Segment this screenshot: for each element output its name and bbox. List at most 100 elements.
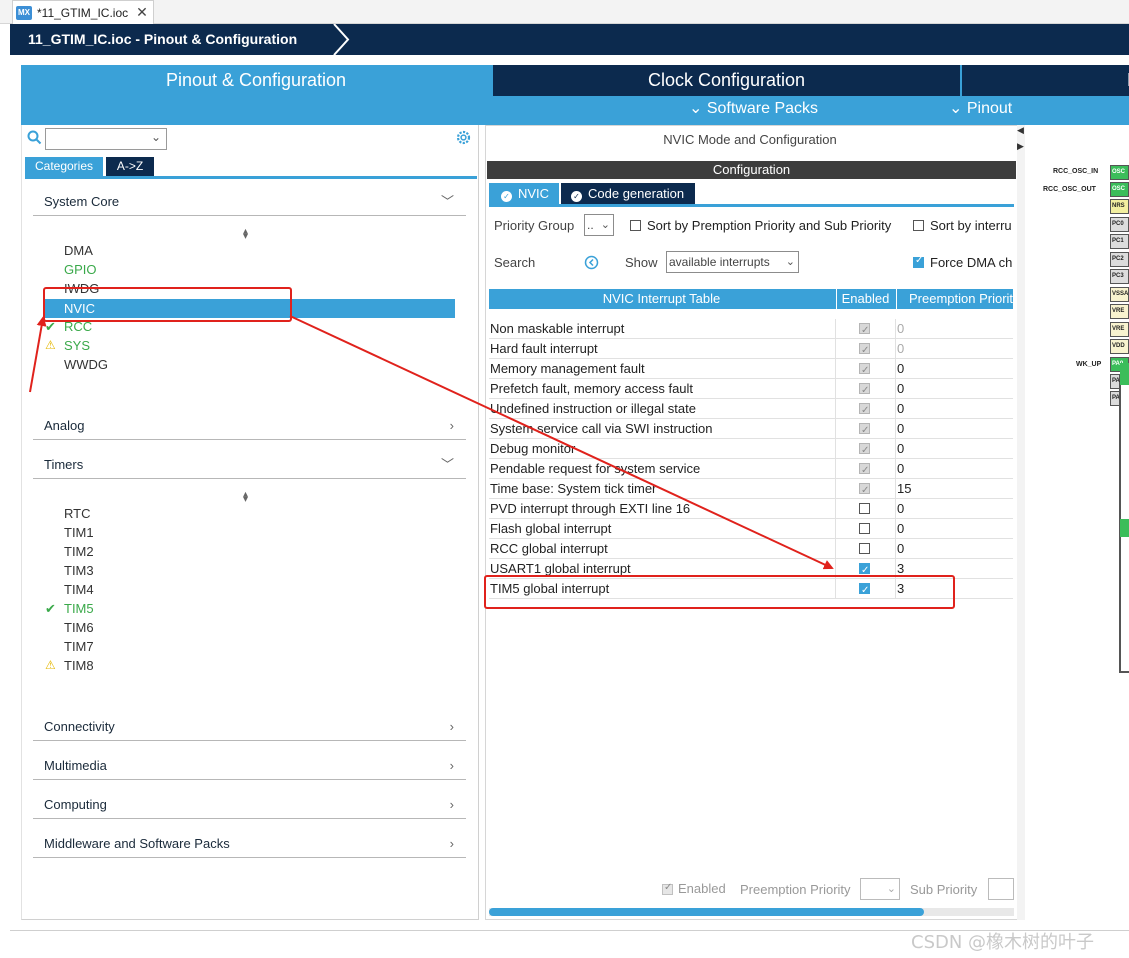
check-circle-icon: ✓ (501, 191, 512, 202)
pin-vref-plus[interactable]: VRE (1110, 322, 1129, 337)
table-row[interactable]: System service call via SWI instruction 0 (489, 419, 1013, 441)
timer-item-tim6[interactable]: TIM6 (64, 618, 94, 637)
pin-pc2[interactable]: PC2 (1110, 252, 1129, 267)
pin-nrst[interactable]: NRS (1110, 199, 1129, 214)
table-row[interactable]: Memory management fault 0 (489, 359, 1013, 381)
pinout-menu-label: Pinout (966, 100, 1013, 117)
bottom-sub-priority-select[interactable] (988, 878, 1014, 900)
bottom-enabled-checkbox[interactable] (662, 882, 673, 895)
panel-splitter[interactable]: ◀ ▶ (1017, 125, 1025, 920)
core-item-dma[interactable]: DMA (64, 241, 93, 260)
timer-item-tim2[interactable]: TIM2 (64, 542, 94, 561)
enabled-checkbox[interactable] (859, 503, 870, 514)
search-icon[interactable] (27, 130, 42, 145)
bottom-preemption-select[interactable]: ⌄ (860, 878, 900, 900)
table-row[interactable]: Undefined instruction or illegal state 0 (489, 399, 1013, 421)
column-header-name[interactable]: NVIC Interrupt Table (489, 289, 834, 309)
sort-preemption-checkbox[interactable] (630, 220, 641, 231)
pin-pc0[interactable]: PC0 (1110, 217, 1129, 232)
timer-item-tim3[interactable]: TIM3 (64, 561, 94, 580)
preemption-priority-cell[interactable]: 0 (895, 459, 1013, 479)
preemption-priority-cell[interactable]: 15 (895, 479, 1013, 499)
core-item-gpio[interactable]: GPIO (64, 260, 97, 279)
preemption-priority-cell[interactable]: 0 (895, 439, 1013, 459)
close-tab-icon[interactable]: ✕ (136, 4, 148, 21)
table-row[interactable]: Flash global interrupt 0 (489, 519, 1013, 539)
editor-tab[interactable]: MX *11_GTIM_IC.ioc ✕ (12, 0, 154, 24)
category-multimedia[interactable]: Multimedia › (33, 754, 466, 780)
preemption-priority-cell[interactable]: 0 (895, 359, 1013, 379)
core-item-wwdg[interactable]: WWDG (64, 355, 108, 374)
enabled-checkbox[interactable] (859, 523, 870, 534)
tab-categories[interactable]: Categories (25, 157, 103, 176)
gear-icon[interactable] (455, 129, 472, 146)
enabled-cell (835, 519, 895, 539)
pin-pc3[interactable]: PC3 (1110, 269, 1129, 284)
pin-vref-minus[interactable]: VRE (1110, 304, 1129, 319)
preemption-priority-cell[interactable]: 0 (895, 379, 1013, 399)
column-header-preemption[interactable]: Preemption Priorit (896, 289, 1013, 309)
timer-item-tim1[interactable]: TIM1 (64, 523, 94, 542)
collapse-left-icon[interactable]: ◀ (1017, 125, 1024, 136)
pin-vssa[interactable]: VSSA (1110, 287, 1129, 302)
table-row[interactable]: Debug monitor 0 (489, 439, 1013, 461)
chevron-down-icon[interactable]: ⌄ (151, 130, 161, 144)
category-connectivity[interactable]: Connectivity › (33, 715, 466, 741)
table-row[interactable]: Time base: System tick timer 15 (489, 479, 1013, 501)
table-row[interactable]: Hard fault interrupt 0 (489, 339, 1013, 361)
category-analog[interactable]: Analog › (33, 414, 466, 440)
software-packs-menu[interactable]: ⌄ Software Packs (689, 98, 818, 118)
column-header-enabled[interactable]: Enabled (836, 289, 894, 309)
preemption-priority-cell[interactable]: 0 (895, 419, 1013, 439)
tab-a-to-z[interactable]: A->Z (106, 157, 154, 176)
category-system-core[interactable]: System Core ﹀ (33, 190, 466, 216)
table-row[interactable]: Pendable request for system service 0 (489, 459, 1013, 481)
preemption-priority-cell[interactable]: 0 (895, 519, 1013, 539)
table-row[interactable]: RCC global interrupt 0 (489, 539, 1013, 559)
tab-code-generation[interactable]: ✓ Code generation (561, 183, 695, 204)
timer-item-rtc[interactable]: RTC (64, 504, 90, 523)
watermark: CSDN @橡木树的叶子 (911, 932, 1095, 953)
pin-osc-out[interactable]: OSC (1110, 182, 1129, 197)
pin-vdda[interactable]: VDD (1110, 339, 1129, 354)
force-dma-checkbox[interactable] (913, 255, 924, 268)
timer-item-tim7[interactable]: TIM7 (64, 637, 94, 656)
tab-pinout-configuration[interactable]: Pinout & Configuration (21, 65, 491, 96)
collapse-right-icon[interactable]: ▶ (1017, 141, 1024, 152)
priority-group-select[interactable]: .. ⌄ (584, 214, 614, 236)
sort-interrupts-label: Sort by interru (930, 218, 1012, 233)
pin-pc1[interactable]: PC1 (1110, 234, 1129, 249)
tab-nvic[interactable]: ✓ NVIC (489, 183, 559, 204)
category-middleware[interactable]: Middleware and Software Packs › (33, 832, 466, 858)
check-circle-icon: ✓ (571, 191, 582, 202)
enabled-checkbox[interactable] (859, 543, 870, 554)
category-computing[interactable]: Computing › (33, 793, 466, 819)
preemption-priority-cell[interactable]: 0 (895, 319, 1013, 339)
sort-interrupts-checkbox[interactable] (913, 220, 924, 231)
horizontal-scroll-thumb[interactable] (489, 908, 924, 916)
breadcrumb-title[interactable]: 11_GTIM_IC.ioc - Pinout & Configuration (28, 31, 297, 47)
preemption-priority-cell[interactable]: 0 (895, 339, 1013, 359)
enabled-checkbox[interactable] (859, 561, 870, 581)
enabled-checkbox (859, 381, 870, 401)
table-row[interactable]: Prefetch fault, memory access fault 0 (489, 379, 1013, 401)
tab-project-manager[interactable]: P (962, 65, 1129, 96)
timer-item-tim8[interactable]: TIM8 (64, 656, 94, 675)
category-timers[interactable]: Timers ﹀ (33, 453, 466, 479)
stm32cubemx-icon: MX (16, 5, 32, 20)
table-row[interactable]: Non maskable interrupt 0 (489, 319, 1013, 341)
preemption-priority-cell[interactable]: 0 (895, 539, 1013, 559)
table-row[interactable]: PVD interrupt through EXTI line 16 0 (489, 499, 1013, 519)
timer-item-tim4[interactable]: TIM4 (64, 580, 94, 599)
core-item-sys[interactable]: SYS (64, 336, 90, 355)
timer-item-tim5[interactable]: TIM5 (64, 599, 94, 618)
reset-search-icon[interactable] (584, 255, 599, 270)
pin-osc-in[interactable]: OSC (1110, 165, 1129, 180)
show-select[interactable]: available interrupts ⌄ (666, 251, 799, 273)
search-input[interactable]: ⌄ (45, 128, 167, 150)
category-middleware-label: Middleware and Software Packs (44, 836, 230, 851)
pinout-menu[interactable]: ⌄ Pinout (949, 98, 1012, 118)
preemption-priority-cell[interactable]: 0 (895, 499, 1013, 519)
tab-clock-configuration[interactable]: Clock Configuration (493, 65, 960, 96)
preemption-priority-cell[interactable]: 0 (895, 399, 1013, 419)
